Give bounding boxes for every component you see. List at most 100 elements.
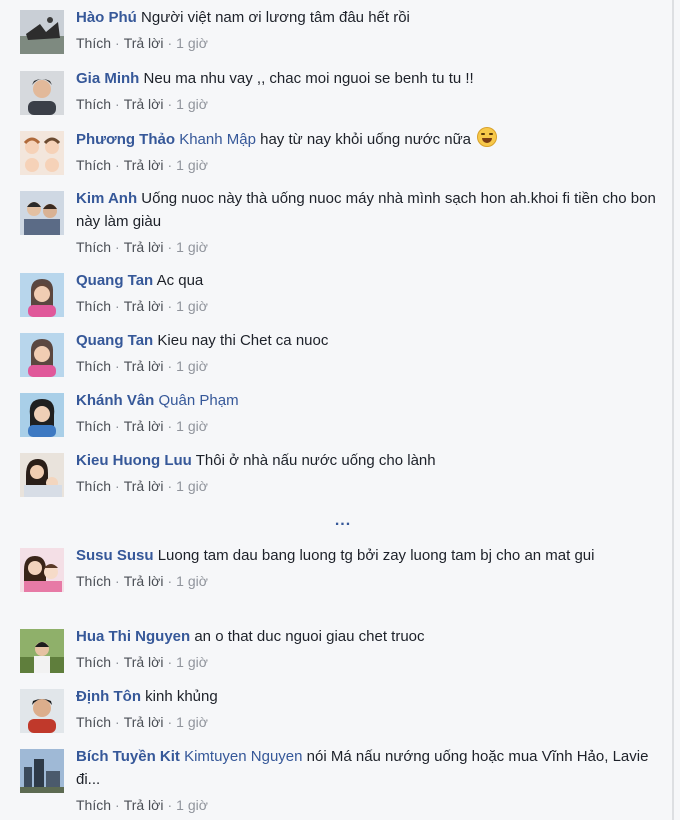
separator: ·	[167, 298, 173, 314]
like-link[interactable]: Thích	[76, 239, 111, 255]
avatar[interactable]	[20, 333, 64, 377]
like-link[interactable]: Thích	[76, 298, 111, 314]
commenter-name[interactable]: Susu Susu	[76, 547, 154, 564]
timestamp[interactable]: 1 giờ	[176, 714, 208, 730]
separator: ·	[167, 654, 173, 670]
avatar[interactable]	[20, 191, 64, 235]
comments-panel: Hào Phú Người việt nam ơi lương tâm đâu …	[0, 0, 674, 820]
reply-link[interactable]: Trả lời	[124, 239, 164, 255]
avatar[interactable]	[20, 548, 64, 592]
reply-link[interactable]: Trả lời	[124, 573, 164, 589]
timestamp[interactable]: 1 giờ	[176, 157, 208, 173]
commenter-name[interactable]: Quang Tan	[76, 332, 153, 349]
separator: ·	[167, 573, 173, 589]
reply-link[interactable]: Trả lời	[124, 418, 164, 434]
commenter-name[interactable]: Kieu Huong Luu	[76, 452, 192, 469]
separator: ·	[115, 358, 120, 374]
commenter-name[interactable]: Định Tôn	[76, 688, 141, 705]
tagged-user[interactable]: Quân Phạm	[159, 392, 239, 409]
commenter-name[interactable]: Khánh Vân	[76, 392, 154, 409]
separator: ·	[115, 157, 120, 173]
reply-link[interactable]: Trả lời	[124, 654, 164, 670]
avatar[interactable]	[20, 273, 64, 317]
comment-text: an o that duc nguoi giau chet truoc	[194, 628, 425, 645]
separator: ·	[167, 35, 173, 51]
timestamp[interactable]: 1 giờ	[176, 96, 208, 112]
like-link[interactable]: Thích	[76, 714, 111, 730]
commenter-name[interactable]: Bích Tuyền Kit	[76, 748, 180, 765]
reply-link[interactable]: Trả lời	[124, 714, 164, 730]
separator: ·	[167, 96, 173, 112]
separator: ·	[167, 358, 173, 374]
like-link[interactable]: Thích	[76, 797, 111, 813]
separator: ·	[115, 418, 120, 434]
reply-link[interactable]: Trả lời	[124, 298, 164, 314]
separator: ·	[167, 157, 173, 173]
timestamp[interactable]: 1 giờ	[176, 35, 208, 51]
comment-text: Người việt nam ơi lương tâm đâu hết rồi	[141, 9, 410, 26]
timestamp[interactable]: 1 giờ	[176, 797, 208, 813]
avatar[interactable]	[20, 629, 64, 673]
tagged-user[interactable]: Kimtuyen Nguyen	[184, 748, 302, 765]
reply-link[interactable]: Trả lời	[124, 478, 164, 494]
separator: ·	[115, 35, 120, 51]
commenter-name[interactable]: Gia Minh	[76, 70, 139, 87]
avatar[interactable]	[20, 71, 64, 115]
comment-text: Uống nuoc này thà uống nuoc máy nhà mình…	[76, 190, 656, 230]
reply-link[interactable]: Trả lời	[124, 96, 164, 112]
commenter-name[interactable]: Phương Thảo	[76, 131, 175, 148]
like-link[interactable]: Thích	[76, 157, 111, 173]
reply-link[interactable]: Trả lời	[124, 35, 164, 51]
reply-link[interactable]: Trả lời	[124, 797, 164, 813]
commenter-name[interactable]: Quang Tan	[76, 272, 153, 289]
separator: ·	[115, 654, 120, 670]
like-link[interactable]: Thích	[76, 478, 111, 494]
commenter-name[interactable]: Kim Anh	[76, 190, 137, 207]
separator: ·	[115, 298, 120, 314]
separator: ·	[115, 478, 120, 494]
comment-text: Kieu nay thi Chet ca nuoc	[157, 332, 329, 349]
avatar[interactable]	[20, 453, 64, 497]
avatar[interactable]	[20, 749, 64, 793]
separator: ·	[115, 96, 120, 112]
like-link[interactable]: Thích	[76, 573, 111, 589]
separator: ·	[115, 797, 120, 813]
timestamp[interactable]: 1 giờ	[176, 478, 208, 494]
separator: ·	[115, 239, 120, 255]
like-link[interactable]: Thích	[76, 418, 111, 434]
like-link[interactable]: Thích	[76, 358, 111, 374]
timestamp[interactable]: 1 giờ	[176, 654, 208, 670]
like-link[interactable]: Thích	[76, 96, 111, 112]
reply-link[interactable]: Trả lời	[124, 358, 164, 374]
commenter-name[interactable]: Hua Thi Nguyen	[76, 628, 190, 645]
separator: ·	[115, 714, 120, 730]
comment-text: kinh khủng	[145, 688, 218, 705]
comment-text: Ac qua	[156, 272, 204, 289]
separator: ·	[167, 714, 173, 730]
avatar[interactable]	[20, 10, 64, 54]
reply-link[interactable]: Trả lời	[124, 157, 164, 173]
separator: ·	[115, 573, 120, 589]
comment-text: Thôi ở nhà nấu nước uống cho lành	[195, 452, 436, 469]
separator: ·	[167, 797, 173, 813]
separator: ·	[167, 239, 173, 255]
comment-text: Luong tam dau bang luong tg bởi zay luon…	[157, 547, 595, 564]
timestamp[interactable]: 1 giờ	[176, 239, 208, 255]
avatar[interactable]	[20, 393, 64, 437]
separator: ·	[167, 418, 173, 434]
timestamp[interactable]: 1 giờ	[176, 418, 208, 434]
laughing-emoji-icon	[477, 127, 498, 147]
more-comments-ellipsis[interactable]: ...	[332, 512, 354, 532]
timestamp[interactable]: 1 giờ	[176, 573, 208, 589]
avatar[interactable]	[20, 689, 64, 733]
timestamp[interactable]: 1 giờ	[176, 298, 208, 314]
like-link[interactable]: Thích	[76, 35, 111, 51]
comment-text: hay từ nay khỏi uống nước nữa	[260, 131, 472, 148]
avatar[interactable]	[20, 131, 64, 175]
timestamp[interactable]: 1 giờ	[176, 358, 208, 374]
separator: ·	[167, 478, 173, 494]
comment-text: Neu ma nhu vay ,, chac moi nguoi se benh…	[143, 70, 474, 87]
tagged-user[interactable]: Khanh Mập	[179, 131, 256, 148]
commenter-name[interactable]: Hào Phú	[76, 9, 137, 26]
like-link[interactable]: Thích	[76, 654, 111, 670]
